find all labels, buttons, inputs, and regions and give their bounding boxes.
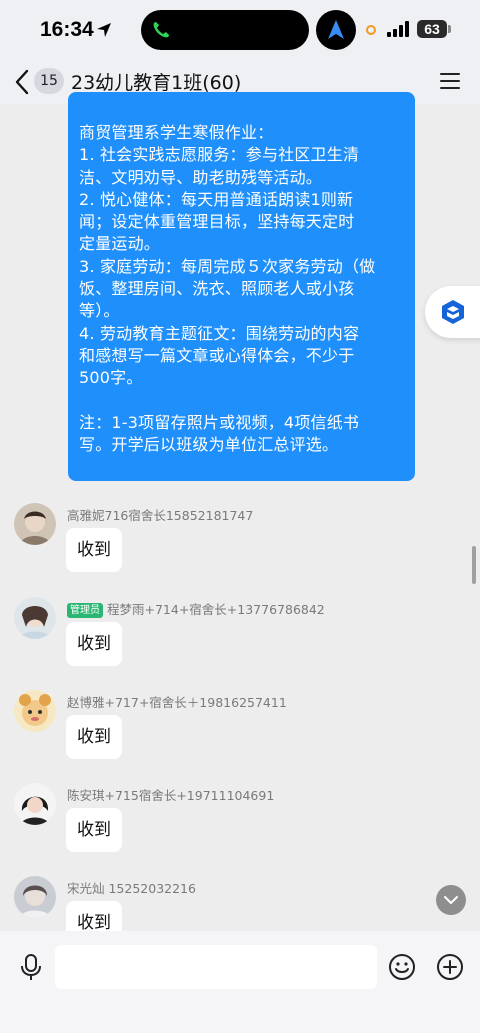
admin-tag: 管理员 <box>67 603 103 618</box>
back-icon[interactable] <box>14 69 30 95</box>
avatar[interactable] <box>14 876 56 918</box>
announcement-line: 写。开学后以班级为单位汇总评选。 <box>79 434 339 454</box>
phone-icon <box>153 22 169 38</box>
announcement-line: 1. 社会实践志愿服务：参与社区卫生清 <box>79 145 360 165</box>
announcement-line: 2. 悦心健体：每天用普通话朗读1则新 <box>79 189 354 209</box>
avatar[interactable] <box>14 783 56 825</box>
message-text-input[interactable] <box>55 945 377 989</box>
announcement-line: 4. 劳动教育主题征文：围绕劳动的内容 <box>79 323 360 343</box>
announcement-message-bubble[interactable]: 商贸管理系学生寒假作业： 1. 社会实践志愿服务：参与社区卫生清 洁、文明劝导、… <box>68 92 415 481</box>
sender-name: 陈安琪+715宿舍长+19711104691 <box>67 788 275 803</box>
sender-name: 高雅妮716宿舍长15852181747 <box>67 508 254 523</box>
announcement-line: 商贸管理系学生寒假作业： <box>79 123 274 142</box>
announcement-line: 饭、整理房间、洗衣、照顾老人或小孩 <box>79 279 355 299</box>
chat-title: 23幼儿教育1班(60) <box>71 72 242 94</box>
battery-cap <box>448 25 451 33</box>
signal-icon <box>387 21 409 37</box>
sender-name: 管理员 程梦雨+714+宿舍长+13776786842 <box>67 599 325 618</box>
navigation-icon <box>328 20 344 39</box>
message-bubble[interactable]: 收到 <box>66 528 122 572</box>
message-bubble[interactable]: 收到 <box>66 808 122 852</box>
navigation-indicator[interactable] <box>316 10 356 50</box>
announcement-line: 洁、文明劝导、助老助残等活动。 <box>79 167 323 187</box>
message-bubble[interactable]: 收到 <box>66 715 122 759</box>
recording-dot-icon <box>366 25 376 35</box>
location-arrow-icon <box>97 23 111 37</box>
sender-name: 宋光灿 15252032216 <box>67 881 196 896</box>
scroll-indicator[interactable] <box>472 546 476 584</box>
announcement-line: 3. 家庭劳动：每周完成５次家务劳动（做 <box>79 256 376 276</box>
chat-message: 赵博雅+717+宿舍长＋19816257411 收到 <box>0 690 480 780</box>
announcement-line: 等）。 <box>79 301 120 321</box>
dynamic-island[interactable] <box>141 10 309 50</box>
chat-message: 管理员 程梦雨+714+宿舍长+13776786842 收到 <box>0 597 480 687</box>
announcement-line: 定量运动。 <box>79 234 161 254</box>
announcement-line: 和感想写一篇文章或心得体会，不少于 <box>79 345 355 365</box>
sender-name: 赵博雅+717+宿舍长＋19816257411 <box>67 695 287 710</box>
avatar[interactable] <box>14 690 56 732</box>
chat-message: 陈安琪+715宿舍长+19711104691 收到 <box>0 783 480 873</box>
announcement-line: 注：1-3项留存照片或视频，4项信纸书 <box>79 412 360 432</box>
plus-icon[interactable] <box>436 953 464 981</box>
message-bubble[interactable]: 收到 <box>66 622 122 666</box>
announcement-blank-line <box>79 390 405 412</box>
status-bar: 16:34 63 <box>0 0 480 60</box>
announcement-line: 500字。 <box>79 368 143 388</box>
sender-name-text: 程梦雨+714+宿舍长+13776786842 <box>107 602 325 617</box>
avatar[interactable] <box>14 597 56 639</box>
chevron-down-icon <box>444 896 458 904</box>
announcement-line: 闻；设定体重管理目标，坚持每天定时 <box>79 212 355 232</box>
emoji-icon[interactable] <box>388 953 416 981</box>
battery-level: 63 <box>417 20 447 38</box>
message-input-bar <box>0 931 480 1033</box>
menu-icon[interactable] <box>440 72 460 90</box>
cube-logo-icon <box>442 300 464 324</box>
floating-assistant-button[interactable] <box>425 286 480 338</box>
status-time: 16:34 <box>40 18 94 41</box>
avatar[interactable] <box>14 503 56 545</box>
mic-icon[interactable] <box>20 953 42 981</box>
chat-message: 高雅妮716宿舍长15852181747 收到 <box>0 503 480 593</box>
unread-badge[interactable]: 15 <box>34 68 64 94</box>
scroll-to-bottom-button[interactable] <box>436 885 466 915</box>
